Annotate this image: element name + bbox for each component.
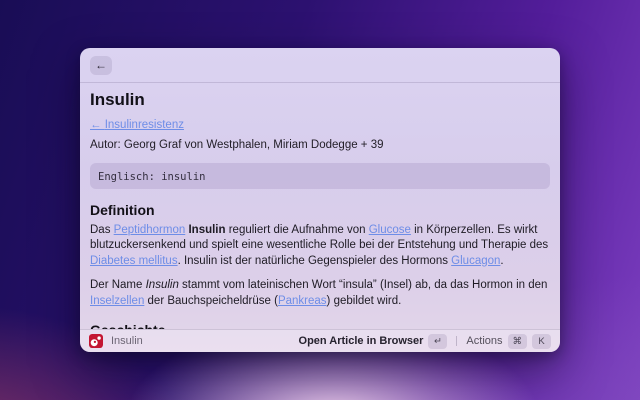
text-segment: Insulin [188,224,225,236]
english-term-code: Englisch: insulin [98,171,205,183]
left-arrow-icon: ← [90,119,102,131]
sections: Definition Das Peptidhormon Insulin regul… [90,202,550,330]
wiki-link[interactable]: Glucagon [451,255,500,267]
section-heading: Definition [90,202,550,218]
back-button[interactable]: ← [90,56,112,75]
text-segment: . Insulin ist der natürliche Gegenspiele… [178,255,452,267]
article-content: Insulin ← Insulinresistenz Autor: Georg … [80,83,560,329]
section-heading: Geschichte [90,322,550,329]
wiki-link[interactable]: Peptidhormon [114,224,186,236]
text-segment: der Bauchspeicheldrüse ( [144,295,278,307]
wiki-link[interactable]: Diabetes mellitus [90,255,178,267]
prev-article-label: Insulinresistenz [105,119,184,131]
footer-item-title: Insulin [111,335,143,347]
footer-bar: Insulin Open Article in Browser ↵ Action… [80,329,560,352]
text-segment: Der Name [90,279,146,291]
text-segment: stammt vom lateinischen Wort “insula” (I… [179,279,548,291]
text-segment: . [500,255,503,267]
return-key-icon: ↵ [428,334,447,349]
wiki-link[interactable]: Inselzellen [90,295,144,307]
actions-label: Actions [466,335,502,347]
prev-article-link[interactable]: ← Insulinresistenz [90,119,184,132]
page-title: Insulin [90,90,550,109]
author-line: Autor: Georg Graf von Westphalen, Miriam… [90,138,550,154]
window-header: ← [80,48,560,83]
k-key: K [532,334,551,349]
text-segment: ) gebildet wird. [327,295,402,307]
paragraph: Der Name Insulin stammt vom lateinischen… [90,278,550,309]
english-term-codeblock: Englisch: insulin [90,163,550,189]
raycast-window: ← Insulin ← Insulinresistenz Autor: Geor… [80,48,560,352]
cmd-key-icon: ⌘ [508,334,528,349]
doccheck-app-icon [89,334,103,348]
wiki-link[interactable]: Glucose [369,224,411,236]
open-article-button[interactable]: Open Article in Browser ↵ [299,334,448,349]
text-segment: Insulin [146,279,179,291]
text-segment: Das [90,224,114,236]
text-segment: reguliert die Aufnahme von [226,224,369,236]
actions-button[interactable]: Actions ⌘ K [466,334,551,349]
paragraph: Das Peptidhormon Insulin reguliert die A… [90,223,550,270]
footer-divider [456,336,457,346]
wiki-link[interactable]: Pankreas [278,295,327,307]
open-article-label: Open Article in Browser [299,335,424,347]
back-arrow-icon: ← [95,58,107,72]
